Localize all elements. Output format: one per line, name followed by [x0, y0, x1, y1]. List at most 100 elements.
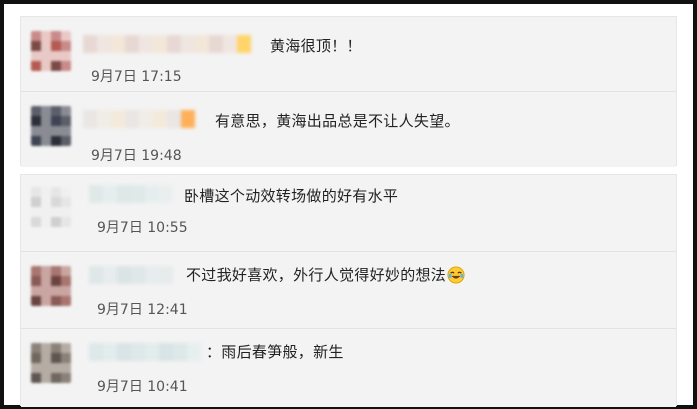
avatar-pixel [61, 266, 71, 276]
comment-time: 9月7日 10:41 [97, 379, 188, 395]
commenter-name[interactable] [83, 110, 201, 128]
avatar-pixel [41, 343, 51, 353]
avatar-pixel [41, 197, 51, 207]
avatar-pixel [41, 363, 51, 373]
name-pixel [237, 35, 251, 53]
avatar[interactable] [31, 187, 71, 227]
avatar-pixel [31, 187, 41, 197]
avatar-pixel [31, 276, 41, 286]
name-pixel [83, 35, 97, 53]
avatar-pixel [61, 41, 71, 51]
avatar-pixel [41, 266, 51, 276]
avatar-pixel [51, 286, 61, 296]
name-pixel [103, 266, 117, 284]
name-pixel [131, 266, 145, 284]
avatar-pixel [51, 197, 61, 207]
avatar-pixel [61, 353, 71, 363]
comment-item: 黄海很顶！！ 9月7日 17:15 [21, 17, 676, 92]
avatar-pixel [51, 343, 61, 353]
comment-item: 卧槽这个动效转场做的好有水平 9月7日 10:55 [21, 175, 676, 252]
avatar-pixel [41, 116, 51, 126]
avatar[interactable] [31, 106, 71, 146]
avatar-pixel [61, 116, 71, 126]
comment-time: 9月7日 10:55 [97, 220, 188, 236]
avatar-pixel [41, 217, 51, 227]
name-pixel [139, 35, 153, 53]
avatar-pixel [41, 373, 51, 383]
name-pixel [159, 343, 173, 361]
laughing-tears-emoji-icon [447, 266, 465, 284]
avatar-pixel [31, 61, 41, 71]
comment-time: 9月7日 12:41 [97, 302, 188, 318]
name-pixel [167, 110, 181, 128]
avatar[interactable] [31, 266, 71, 306]
avatar-pixel [41, 126, 51, 136]
commenter-name[interactable] [89, 266, 181, 284]
name-pixel [111, 35, 125, 53]
comment-text: 卧槽这个动效转场做的好有水平 [184, 187, 399, 205]
avatar-pixel [51, 266, 61, 276]
avatar[interactable] [31, 343, 71, 383]
avatar-pixel [61, 296, 71, 306]
avatar-pixel [31, 116, 41, 126]
avatar-pixel [61, 197, 71, 207]
name-pixel [89, 266, 103, 284]
avatar-pixel [31, 41, 41, 51]
comment-item: 有意思，黄海出品总是不让人失望。 9月7日 19:48 [21, 92, 676, 167]
avatar-pixel [61, 343, 71, 353]
name-pixel [131, 185, 145, 203]
name-pixel [145, 185, 159, 203]
avatar-pixel [31, 106, 41, 116]
comment-group-2: 卧槽这个动效转场做的好有水平 9月7日 10:55 不过我好喜欢，外行人觉得好妙… [20, 174, 677, 407]
commenter-name[interactable] [83, 35, 263, 53]
avatar-pixel [51, 61, 61, 71]
avatar-pixel [41, 51, 51, 61]
name-pixel [159, 266, 173, 284]
avatar-pixel [51, 51, 61, 61]
avatar-pixel [61, 276, 71, 286]
avatar-pixel [51, 187, 61, 197]
avatar-pixel [31, 296, 41, 306]
avatar-pixel [31, 217, 41, 227]
comment-text: 不过我好喜欢，外行人觉得好妙的想法 [186, 264, 465, 285]
avatar-pixel [61, 51, 71, 61]
avatar-pixel [61, 373, 71, 383]
comments-area: 黄海很顶！！ 9月7日 17:15 有意思，黄海出品总是不让人失望。 9月7日 … [10, 10, 687, 407]
name-pixel [145, 266, 159, 284]
avatar-pixel [41, 136, 51, 146]
name-pixel [131, 343, 145, 361]
avatar-pixel [31, 126, 41, 136]
name-pixel [195, 35, 209, 53]
commenter-name[interactable] [89, 185, 179, 203]
avatar-pixel [31, 266, 41, 276]
avatar[interactable] [31, 31, 71, 71]
name-pixel [181, 110, 195, 128]
name-pixel [89, 343, 103, 361]
name-pixel [117, 185, 131, 203]
avatar-pixel [31, 31, 41, 41]
avatar-pixel [61, 286, 71, 296]
avatar-pixel [41, 286, 51, 296]
avatar-pixel [61, 187, 71, 197]
avatar-pixel [41, 207, 51, 217]
avatar-pixel [31, 286, 41, 296]
name-pixel [153, 35, 167, 53]
comment-group-1: 黄海很顶！！ 9月7日 17:15 有意思，黄海出品总是不让人失望。 9月7日 … [20, 16, 677, 167]
avatar-pixel [41, 296, 51, 306]
comment-text: 黄海很顶！！ [270, 37, 362, 55]
avatar-pixel [41, 106, 51, 116]
commenter-name[interactable] [89, 343, 201, 361]
name-pixel [209, 35, 223, 53]
name-pixel [173, 343, 187, 361]
avatar-pixel [41, 353, 51, 363]
name-pixel [117, 343, 131, 361]
avatar-pixel [51, 207, 61, 217]
avatar-pixel [31, 373, 41, 383]
avatar-pixel [31, 197, 41, 207]
avatar-pixel [61, 126, 71, 136]
avatar-pixel [31, 136, 41, 146]
avatar-pixel [61, 136, 71, 146]
avatar-pixel [61, 207, 71, 217]
comment-item: 不过我好喜欢，外行人觉得好妙的想法 9月7日 12:41 [21, 252, 676, 329]
avatar-pixel [51, 126, 61, 136]
